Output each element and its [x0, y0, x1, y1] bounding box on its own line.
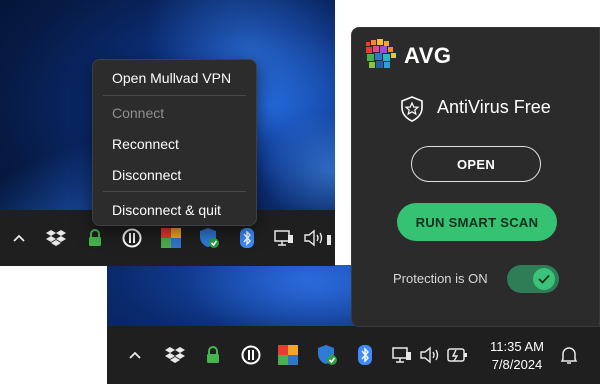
notification-bell-icon[interactable] — [558, 344, 580, 366]
chevron-up-icon[interactable] — [124, 344, 146, 366]
toggle-knob — [533, 268, 555, 290]
avg-tray-panel: AVG AntiVirus Free OPEN RUN SMART SCAN P… — [351, 27, 600, 327]
battery-icon[interactable] — [447, 344, 469, 366]
check-icon — [538, 274, 550, 284]
volume-icon[interactable] — [303, 227, 325, 249]
windows-security-icon[interactable] — [316, 344, 338, 366]
menu-item-reconnect[interactable]: Reconnect — [112, 136, 179, 152]
avg-icon[interactable] — [160, 227, 182, 249]
network-icon[interactable] — [273, 227, 295, 249]
dropbox-icon[interactable] — [45, 227, 67, 249]
taskbar-clock[interactable]: 11:35 AM 7/8/2024 — [477, 338, 557, 374]
avg-brand-text: AVG — [404, 43, 452, 68]
avg-product-name: AntiVirus Free — [437, 97, 551, 117]
avg-smart-scan-button[interactable]: RUN SMART SCAN — [397, 203, 557, 241]
mullvad-logo-icon[interactable] — [240, 344, 262, 366]
tray-context-menu: Open Mullvad VPN Connect Reconnect Disco… — [92, 59, 257, 226]
dropbox-icon[interactable] — [164, 344, 186, 366]
volume-icon[interactable] — [419, 344, 441, 366]
windows-security-icon[interactable] — [198, 227, 220, 249]
avg-shield-star-icon — [400, 96, 424, 127]
protection-toggle[interactable] — [507, 265, 559, 293]
menu-item-disconnect[interactable]: Disconnect — [112, 167, 181, 183]
avg-open-button[interactable]: OPEN — [411, 146, 541, 182]
chevron-up-icon[interactable] — [8, 227, 30, 249]
avg-logo-icon — [365, 39, 399, 76]
menu-separator — [103, 191, 246, 192]
bluetooth-icon[interactable] — [354, 344, 376, 366]
battery-icon[interactable] — [325, 227, 335, 249]
mullvad-lock-icon[interactable] — [84, 227, 106, 249]
avg-icon[interactable] — [277, 344, 299, 366]
clock-date: 7/8/2024 — [491, 357, 543, 372]
menu-item-disconnect-quit[interactable]: Disconnect & quit — [112, 202, 221, 218]
menu-item-open-mullvad[interactable]: Open Mullvad VPN — [112, 70, 231, 86]
mullvad-logo-icon[interactable] — [121, 227, 143, 249]
protection-status-label: Protection is ON — [393, 271, 488, 286]
clock-time: 11:35 AM — [490, 339, 544, 354]
menu-item-connect: Connect — [112, 105, 165, 121]
mullvad-lock-icon[interactable] — [202, 344, 224, 366]
network-icon[interactable] — [391, 344, 413, 366]
menu-separator — [103, 95, 246, 96]
bluetooth-icon[interactable] — [236, 227, 258, 249]
